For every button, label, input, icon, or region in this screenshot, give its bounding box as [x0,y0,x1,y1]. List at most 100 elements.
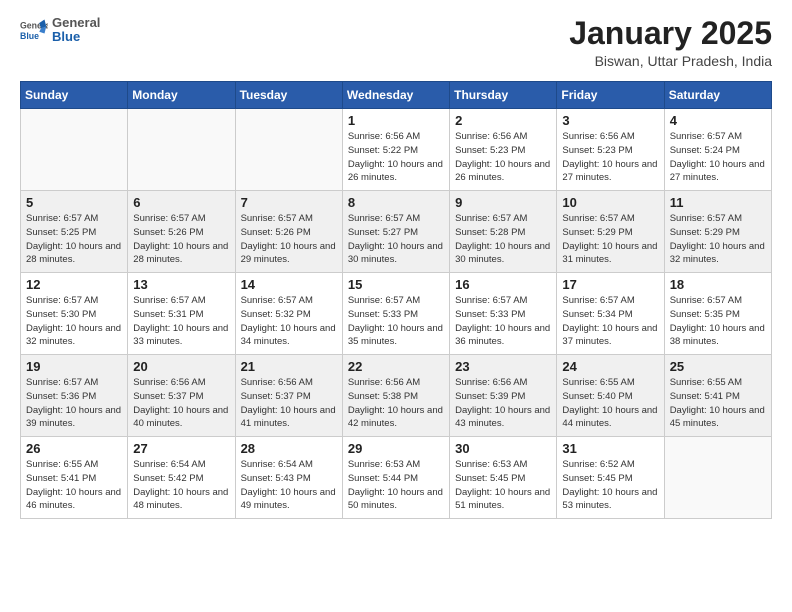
day-info: Sunrise: 6:57 AMSunset: 5:29 PMDaylight:… [562,212,658,267]
day-info: Sunrise: 6:57 AMSunset: 5:28 PMDaylight:… [455,212,551,267]
calendar-cell: 20Sunrise: 6:56 AMSunset: 5:37 PMDayligh… [128,355,235,437]
day-number: 14 [241,277,337,292]
calendar-cell: 10Sunrise: 6:57 AMSunset: 5:29 PMDayligh… [557,191,664,273]
calendar-cell: 8Sunrise: 6:57 AMSunset: 5:27 PMDaylight… [342,191,449,273]
calendar-cell: 21Sunrise: 6:56 AMSunset: 5:37 PMDayligh… [235,355,342,437]
day-number: 19 [26,359,122,374]
day-number: 20 [133,359,229,374]
daylight-text: Daylight: 10 hours and 45 minutes. [670,405,765,430]
weekday-header-friday: Friday [557,82,664,109]
svg-text:Blue: Blue [20,31,39,41]
calendar-cell: 6Sunrise: 6:57 AMSunset: 5:26 PMDaylight… [128,191,235,273]
sunrise-text: Sunrise: 6:53 AM [455,459,527,470]
calendar-week-2: 5Sunrise: 6:57 AMSunset: 5:25 PMDaylight… [21,191,772,273]
sunset-text: Sunset: 5:31 PM [133,309,203,320]
sunrise-text: Sunrise: 6:57 AM [348,213,420,224]
day-number: 28 [241,441,337,456]
day-info: Sunrise: 6:57 AM Sunset: 5:27 PM Daylight:… [348,212,444,267]
logo-general-text: General [52,16,100,30]
sunrise-text: Sunrise: 6:54 AM [133,459,205,470]
calendar-week-3: 12Sunrise: 6:57 AMSunset: 5:30 PMDayligh… [21,273,772,355]
month-title: January 2025 [569,16,772,51]
calendar-week-4: 19 Sunrise: 6:57 AMSunset: 5:36 PMDayligh… [21,355,772,437]
sunset-text: Sunset: 5:41 PM [26,473,96,484]
day-number: 3 [562,113,658,128]
daylight-text: Daylight: 10 hours and 28 minutes. [133,241,228,266]
weekday-header-saturday: Saturday [664,82,771,109]
day-info: Sunrise: 6:55 AMSunset: 5:41 PMDaylight:… [670,376,766,431]
calendar-cell: 3 Sunrise: 6:56 AMSunset: 5:23 PMDaylight… [557,109,664,191]
calendar-cell: 1Sunrise: 6:56 AMSunset: 5:22 PMDaylight… [342,109,449,191]
daylight-text: Daylight: 10 hours and 27 minutes. [562,159,657,184]
sunset-text: Sunset: 5:43 PM [241,473,311,484]
calendar-cell: 16Sunrise: 6:57 AMSunset: 5:33 PMDayligh… [450,273,557,355]
day-info: Sunrise: 6:54 AMSunset: 5:42 PMDaylight:… [133,458,229,513]
calendar-cell [21,109,128,191]
weekday-header-wednesday: Wednesday [342,82,449,109]
sunrise-text: Sunrise: 6:57 AM [670,213,742,224]
calendar-cell: 29Sunrise: 6:53 AMSunset: 5:44 PMDayligh… [342,437,449,519]
daylight-text: Daylight: 10 hours and 53 minutes. [562,487,657,512]
day-number: 25 [670,359,766,374]
calendar-cell: 15Sunrise: 6:57 AMSunset: 5:33 PMDayligh… [342,273,449,355]
day-info: Sunrise: 6:56 AMSunset: 5:22 PMDaylight:… [348,130,444,185]
daylight-text: Daylight: 10 hours and 31 minutes. [562,241,657,266]
day-info: Sunrise: 6:57 AMSunset: 5:26 PMDaylight:… [133,212,229,267]
sunset-text: Sunset: 5:28 PM [455,227,525,238]
weekday-header-row: SundayMondayTuesdayWednesdayThursdayFrid… [21,82,772,109]
header: General Blue General Blue January 2025 B… [20,16,772,69]
sunset-text: Sunset: 5:27 PM [348,227,418,238]
day-info: Sunrise: 6:54 AMSunset: 5:43 PMDaylight:… [241,458,337,513]
sunrise-text: Sunrise: 6:56 AM [348,131,420,142]
daylight-text: Daylight: 10 hours and 39 minutes. [26,405,121,430]
day-info: Sunrise: 6:53 AMSunset: 5:44 PMDaylight:… [348,458,444,513]
weekday-header-thursday: Thursday [450,82,557,109]
day-number: 11 [670,195,766,210]
sunrise-text: Sunrise: 6:57 AM [241,213,313,224]
sunrise-text: Sunrise: 6:57 AM [348,295,420,306]
daylight-text: Daylight: 10 hours and 30 minutes. [455,241,550,266]
day-info: Sunrise: 6:57 AMSunset: 5:33 PMDaylight:… [455,294,551,349]
calendar-cell: 18Sunrise: 6:57 AMSunset: 5:35 PMDayligh… [664,273,771,355]
sunset-text: Sunset: 5:45 PM [455,473,525,484]
day-info: Sunrise: 6:56 AMSunset: 5:23 PMDaylight:… [562,130,658,185]
daylight-text: Daylight: 10 hours and 30 minutes. [348,241,443,266]
day-number: 2 [455,113,551,128]
daylight-text: Daylight: 10 hours and 26 minutes. [348,159,443,184]
daylight-text: Daylight: 10 hours and 33 minutes. [133,323,228,348]
sunrise-text: Sunrise: 6:55 AM [26,459,98,470]
calendar-cell: 2Sunrise: 6:56 AMSunset: 5:23 PMDaylight… [450,109,557,191]
logo-blue-text: Blue [52,30,100,44]
day-info: Sunrise: 6:56 AMSunset: 5:39 PMDaylight:… [455,376,551,431]
sunrise-text: Sunrise: 6:57 AM [241,295,313,306]
title-block: January 2025 Biswan, Uttar Pradesh, Indi… [569,16,772,69]
daylight-text: Daylight: 10 hours and 38 minutes. [670,323,765,348]
calendar-cell: 4Sunrise: 6:57 AMSunset: 5:24 PMDaylight… [664,109,771,191]
calendar-cell: 9Sunrise: 6:57 AMSunset: 5:28 PMDaylight… [450,191,557,273]
sunset-text: Sunset: 5:37 PM [133,391,203,402]
calendar-cell [235,109,342,191]
day-info: Sunrise: 6:57 AMSunset: 5:25 PMDaylight:… [26,212,122,267]
sunrise-text: Sunrise: 6:56 AM [241,377,313,388]
day-number: 24 [562,359,658,374]
weekday-header-monday: Monday [128,82,235,109]
day-number: 18 [670,277,766,292]
day-info: Sunrise: 6:57 AMSunset: 5:31 PMDaylight:… [133,294,229,349]
calendar-cell: 14Sunrise: 6:57 AMSunset: 5:32 PMDayligh… [235,273,342,355]
calendar-week-5: 26Sunrise: 6:55 AMSunset: 5:41 PMDayligh… [21,437,772,519]
sunset-text: Sunset: 5:45 PM [562,473,632,484]
sunset-text: Sunset: 5:26 PM [241,227,311,238]
sunrise-text: Sunrise: 6:56 AM [348,377,420,388]
calendar-cell: 26Sunrise: 6:55 AMSunset: 5:41 PMDayligh… [21,437,128,519]
day-number: 13 [133,277,229,292]
daylight-text: Daylight: 10 hours and 48 minutes. [133,487,228,512]
day-number: 23 [455,359,551,374]
day-number: 22 [348,359,444,374]
day-info: Sunrise: 6:56 AMSunset: 5:37 PMDaylight:… [241,376,337,431]
sunset-text: Sunset: 5:39 PM [455,391,525,402]
day-info: Sunrise: 6:52 AMSunset: 5:45 PMDaylight:… [562,458,658,513]
calendar-cell: 17Sunrise: 6:57 AMSunset: 5:34 PMDayligh… [557,273,664,355]
sunset-text: Sunset: 5:41 PM [670,391,740,402]
calendar-cell: 24Sunrise: 6:55 AMSunset: 5:40 PMDayligh… [557,355,664,437]
day-info: Sunrise: 6:57 AMSunset: 5:36 PMDaylight:… [26,376,122,431]
